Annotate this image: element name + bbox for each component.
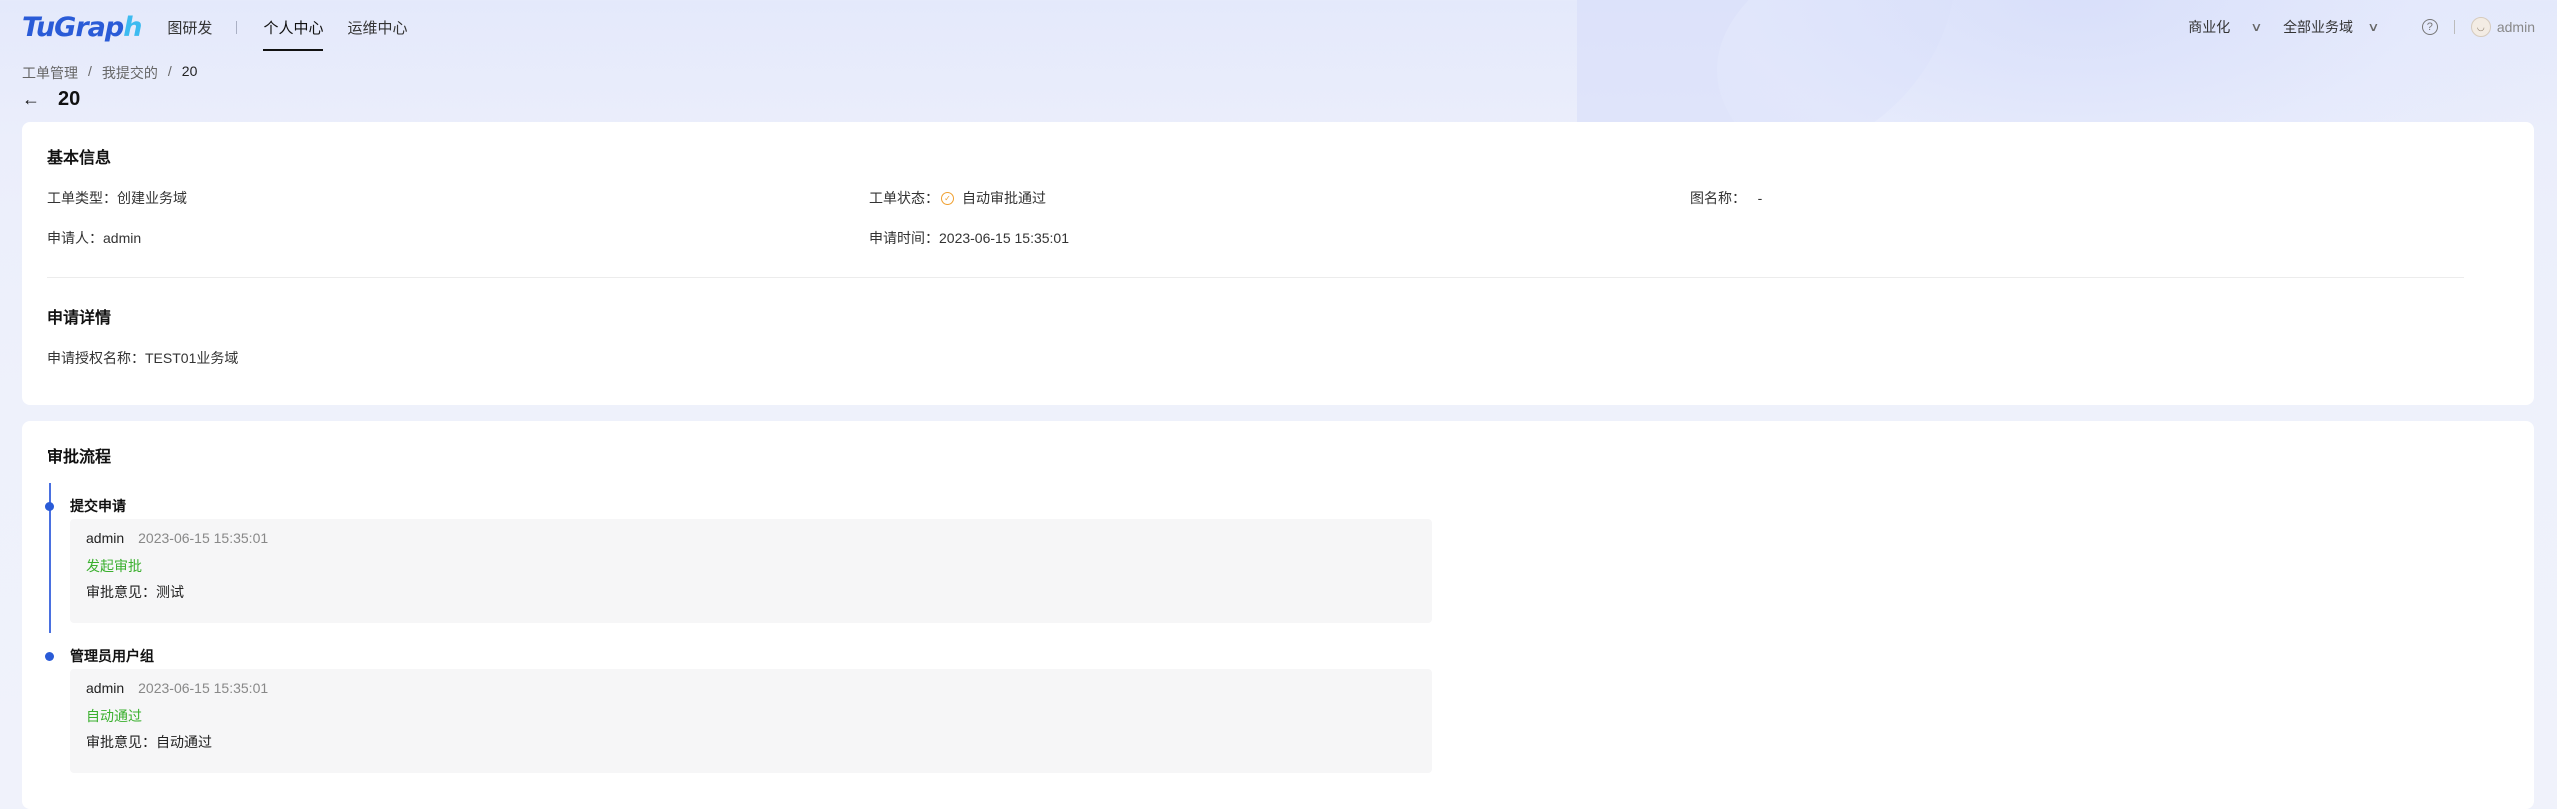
business-domain-dropdown[interactable]: 全部业务域 ∨ bbox=[2283, 17, 2380, 37]
breadcrumb-my-submitted[interactable]: 我提交的 bbox=[102, 63, 158, 83]
section-divider bbox=[47, 277, 2464, 278]
step-comment: 审批意见：测试 bbox=[86, 584, 184, 600]
apply-detail-title: 申请详情 bbox=[47, 310, 112, 327]
step-detail-box: admin 2023-06-15 15:35:01 自动通过 审批意见：自动通过 bbox=[70, 669, 1432, 773]
breadcrumb-separator: / bbox=[88, 63, 92, 79]
chevron-down-icon: ∨ bbox=[2250, 20, 2263, 34]
nav-ops-center[interactable]: 运维中心 bbox=[347, 0, 407, 54]
page-title: ← 20 bbox=[22, 88, 80, 111]
step-user: admin bbox=[86, 530, 125, 546]
applicant: 申请人：admin bbox=[47, 230, 142, 246]
ticket-status-label: 工单状态： bbox=[869, 190, 939, 206]
ticket-status-value: 自动审批通过 bbox=[962, 190, 1046, 206]
timeline-dot bbox=[45, 652, 54, 661]
step-comment: 审批意见：自动通过 bbox=[86, 734, 212, 750]
step-detail-box: admin 2023-06-15 15:35:01 发起审批 审批意见：测试 bbox=[70, 519, 1432, 623]
nav-personal-center[interactable]: 个人中心 bbox=[263, 0, 324, 54]
check-circle-icon: ✓ bbox=[941, 191, 954, 205]
approval-flow-title: 审批流程 bbox=[47, 449, 112, 466]
user-name: admin bbox=[2496, 19, 2535, 35]
breadcrumb-current: 20 bbox=[181, 63, 198, 79]
help-icon[interactable]: ? bbox=[2421, 19, 2438, 35]
header-divider bbox=[2453, 20, 2455, 34]
commercial-dropdown[interactable]: 商业化 ∨ bbox=[2188, 17, 2263, 37]
basic-info-card: 基本信息 工单类型：创建业务域 工单状态： ✓ 自动审批通过 图名称： - 申请… bbox=[22, 122, 2534, 405]
timeline-dot bbox=[45, 502, 54, 511]
nav-divider bbox=[236, 20, 238, 34]
chevron-down-icon: ∨ bbox=[2367, 20, 2380, 34]
step-action: 自动通过 bbox=[86, 708, 142, 724]
ticket-id: 20 bbox=[58, 88, 81, 110]
approval-flow-card: 审批流程 提交申请 admin 2023-06-15 15:35:01 发起审批 … bbox=[22, 421, 2534, 809]
nav-graph-dev[interactable]: 图研发 bbox=[167, 0, 212, 54]
breadcrumb-ticket-management[interactable]: 工单管理 bbox=[22, 63, 78, 83]
step-time: 2023-06-15 15:35:01 bbox=[138, 530, 269, 546]
business-domain-label: 全部业务域 bbox=[2283, 19, 2354, 35]
ticket-type: 工单类型：创建业务域 bbox=[47, 190, 187, 206]
back-arrow-icon[interactable]: ← bbox=[22, 89, 40, 110]
step-user: admin bbox=[86, 680, 125, 696]
commercial-label: 商业化 bbox=[2188, 19, 2231, 35]
step-title: 提交申请 bbox=[70, 498, 126, 514]
basic-info-title: 基本信息 bbox=[47, 150, 112, 167]
avatar: ◡ bbox=[2470, 17, 2491, 37]
header-right: 商业化 ∨ 全部业务域 ∨ ? ◡ admin bbox=[2188, 17, 2535, 37]
logo-text: TuGrap bbox=[22, 11, 124, 43]
ticket-status: 工单状态： ✓ 自动审批通过 bbox=[869, 188, 1046, 208]
auth-name: 申请授权名称：TEST01业务域 bbox=[47, 350, 239, 366]
tugraph-logo[interactable]: TuGraph bbox=[22, 11, 142, 43]
breadcrumb: 工单管理 / 我提交的 / 20 bbox=[22, 63, 197, 83]
logo-text-tail: h bbox=[123, 11, 142, 43]
breadcrumb-separator: / bbox=[167, 63, 172, 79]
user-menu[interactable]: ◡ admin bbox=[2470, 17, 2535, 37]
step-time: 2023-06-15 15:35:01 bbox=[138, 680, 269, 696]
step-title: 管理员用户组 bbox=[70, 648, 154, 664]
graph-name: 图名称： - bbox=[1690, 190, 1763, 206]
top-navbar: TuGraph 图研发 个人中心 运维中心 商业化 ∨ 全部业务域 ∨ ? ◡ … bbox=[0, 0, 2557, 54]
step-action: 发起审批 bbox=[86, 558, 142, 574]
step-user-line: admin 2023-06-15 15:35:01 bbox=[86, 680, 268, 696]
apply-time: 申请时间：2023-06-15 15:35:01 bbox=[869, 230, 1069, 246]
step-user-line: admin 2023-06-15 15:35:01 bbox=[86, 530, 268, 546]
